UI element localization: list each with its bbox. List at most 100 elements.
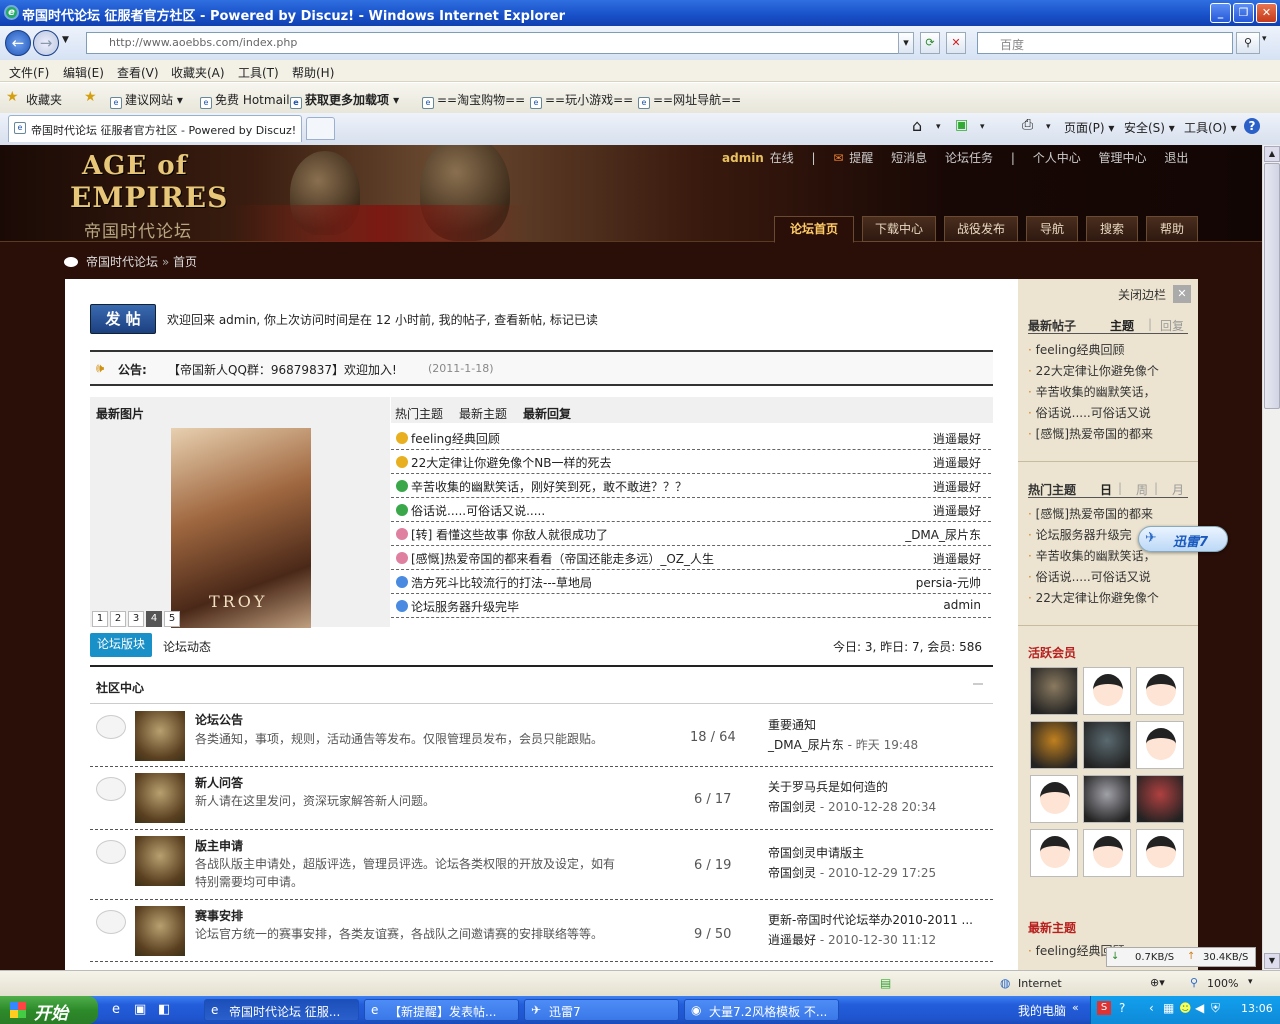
last-post-title[interactable]: 关于罗马兵是如何造的 xyxy=(768,780,888,794)
menu-tools[interactable]: 工具(T) xyxy=(238,64,279,81)
browser-tab[interactable]: e 帝国时代论坛 征服者官方社区 - Powered by Discuz! xyxy=(8,115,302,142)
last-post-title[interactable]: 更新-帝国时代论坛举办2010-2011 ... xyxy=(768,913,973,927)
topic-title[interactable]: [感慨]热爱帝国的都来看看（帝国还能走多远）_OZ_人生 xyxy=(411,550,714,567)
forum-name[interactable]: 论坛公告 xyxy=(195,711,243,728)
forum-name[interactable]: 版主申请 xyxy=(195,837,243,854)
tray-arrow-icon[interactable]: ‹ xyxy=(1149,1001,1154,1015)
new-post-button[interactable]: 发 帖 xyxy=(90,304,156,334)
tray-help-icon[interactable]: ? xyxy=(1119,1001,1125,1015)
vertical-scrollbar[interactable]: ▲ ▼ xyxy=(1262,145,1280,970)
announce-text[interactable]: 【帝国新人QQ群：96879837】欢迎加入! xyxy=(168,361,397,378)
nav-tab-search[interactable]: 搜索 xyxy=(1086,216,1138,242)
breadcrumb-site[interactable]: 帝国时代论坛 xyxy=(86,255,158,269)
nav-tab-campaign[interactable]: 战役发布 xyxy=(944,216,1018,242)
last-post-user[interactable]: 逍遥最好 xyxy=(768,933,816,947)
topic-author[interactable]: persia-元帅 xyxy=(916,574,981,591)
feeds-dropdown-icon[interactable]: ▾ xyxy=(980,122,985,132)
notify-link[interactable]: 提醒 xyxy=(849,151,873,165)
close-button[interactable]: ✕ xyxy=(1256,3,1277,23)
task-xunlei[interactable]: ✈ 迅雷7 xyxy=(524,999,679,1021)
sidebar-hot-item[interactable]: · 22大定律让你避免像个 xyxy=(1028,589,1159,606)
print-icon[interactable]: ⎙ xyxy=(1022,117,1033,133)
history-dropdown-icon[interactable]: ▼ xyxy=(62,35,69,45)
featured-image[interactable]: TROY xyxy=(171,428,311,628)
new-tab-button[interactable] xyxy=(306,117,335,140)
nav-tab-home[interactable]: 论坛首页 xyxy=(774,216,854,243)
home-icon[interactable]: ⌂ xyxy=(912,116,922,135)
tab-new-topics[interactable]: 最新主题 xyxy=(459,405,507,422)
member-avatar[interactable] xyxy=(1083,775,1131,823)
url-input[interactable]: http://www.aoebbs.com/index.php xyxy=(86,32,914,54)
xunlei-widget[interactable]: ✈ 迅雷7 xyxy=(1138,526,1228,552)
fav-item-taobao[interactable]: e ==淘宝购物== xyxy=(422,91,525,109)
last-post-title[interactable]: 重要通知 xyxy=(768,718,816,732)
favorites-button[interactable]: 收藏夹 xyxy=(26,91,62,108)
sidebar-post-item[interactable]: · feeling经典回顾 xyxy=(1028,341,1125,358)
menu-view[interactable]: 查看(V) xyxy=(117,64,159,81)
nav-tab-help[interactable]: 帮助 xyxy=(1146,216,1198,242)
minimize-button[interactable]: _ xyxy=(1210,3,1231,23)
fav-item-nav[interactable]: e ==网址导航== xyxy=(638,91,741,109)
member-avatar[interactable] xyxy=(1083,667,1131,715)
forum-name[interactable]: 赛事安排 xyxy=(195,907,243,924)
my-computer-label[interactable]: 我的电脑 xyxy=(1018,1002,1066,1019)
quicklaunch-ie-icon[interactable]: e xyxy=(112,1002,120,1017)
username-link[interactable]: admin xyxy=(722,151,764,165)
sidebar-hot-item[interactable]: · 俗话说.....可俗话又说 xyxy=(1028,568,1151,585)
forum-icon[interactable] xyxy=(135,906,185,956)
protected-mode-icon[interactable]: ⊕▾ xyxy=(1150,976,1165,989)
clock[interactable]: 13:06 xyxy=(1241,1002,1273,1015)
close-sidebar-icon[interactable]: ✕ xyxy=(1173,285,1191,303)
pager-2[interactable]: 2 xyxy=(110,611,126,627)
forum-name[interactable]: 新人问答 xyxy=(195,774,243,791)
topic-title[interactable]: 俗话说.....可俗话又说..... xyxy=(411,502,545,519)
scroll-down-arrow[interactable]: ▼ xyxy=(1264,953,1280,969)
member-avatar[interactable] xyxy=(1083,829,1131,877)
zoom-dropdown-icon[interactable]: ▾ xyxy=(1248,977,1253,987)
member-avatar[interactable] xyxy=(1136,667,1184,715)
quicklaunch-app-icon[interactable]: ◧ xyxy=(158,1002,170,1017)
hot-tab-week[interactable]: 周 xyxy=(1136,481,1148,498)
sidebar-post-item[interactable]: · [感慨]热爱帝国的都来 xyxy=(1028,425,1153,442)
topic-title[interactable]: 浩方死斗比较流行的打法---草地局 xyxy=(411,574,592,591)
latest-posts-tab-topic[interactable]: 主题 xyxy=(1110,317,1134,334)
last-post-title[interactable]: 帝国剑灵申请版主 xyxy=(768,846,864,860)
pager-3[interactable]: 3 xyxy=(128,611,144,627)
stop-button[interactable]: ✕ xyxy=(946,32,966,54)
sidebar-hot-item[interactable]: · [感慨]热爱帝国的都来 xyxy=(1028,505,1153,522)
search-input[interactable]: 百度 xyxy=(977,32,1233,54)
nav-tab-download[interactable]: 下载中心 xyxy=(862,216,936,242)
add-favorite-icon[interactable]: ★ xyxy=(84,89,97,105)
close-sidebar-link[interactable]: 关闭边栏 xyxy=(1118,286,1166,303)
task-templates[interactable]: ◉ 大量7.2风格模板 不... xyxy=(684,999,839,1021)
tasks-link[interactable]: 论坛任务 xyxy=(945,151,993,165)
pager-4[interactable]: 4 xyxy=(146,611,162,627)
last-post-user[interactable]: 帝国剑灵 xyxy=(768,866,816,880)
sidebar-hot-item[interactable]: · 辛苦收集的幽默笑话， xyxy=(1028,547,1156,564)
topic-title[interactable]: 辛苦收集的幽默笑话，刚好笑到死，敢不敢进？？？ xyxy=(411,478,687,495)
url-dropdown-button[interactable]: ▾ xyxy=(898,32,914,54)
refresh-button[interactable]: ⟳ xyxy=(920,32,940,54)
admin-link[interactable]: 管理中心 xyxy=(1099,151,1147,165)
topic-title[interactable]: [转] 看懂这些故事 你敌人就很成功了 xyxy=(411,526,608,543)
home-dropdown-icon[interactable]: ▾ xyxy=(936,122,941,132)
task-forum[interactable]: e 帝国时代论坛 征服... xyxy=(204,999,359,1021)
pm-link[interactable]: 短消息 xyxy=(891,151,927,165)
pager-5[interactable]: 5 xyxy=(164,611,180,627)
search-options-icon[interactable]: ▾ xyxy=(1262,34,1267,44)
tab-hot-topics[interactable]: 热门主题 xyxy=(395,405,443,422)
tab-new-replies[interactable]: 最新回复 xyxy=(523,405,571,422)
print-dropdown-icon[interactable]: ▾ xyxy=(1046,122,1051,132)
topic-author[interactable]: 逍遥最好 xyxy=(933,502,981,519)
member-avatar[interactable] xyxy=(1030,721,1078,769)
topic-title[interactable]: 22大定律让你避免像个NB一样的死去 xyxy=(411,454,611,471)
member-avatar[interactable] xyxy=(1030,667,1078,715)
topic-author[interactable]: 逍遥最好 xyxy=(933,454,981,471)
menu-help[interactable]: 帮助(H) xyxy=(292,64,334,81)
forward-button[interactable]: → xyxy=(33,30,59,56)
last-post-user[interactable]: 帝国剑灵 xyxy=(768,800,816,814)
tray-app-icon[interactable]: S xyxy=(1097,1001,1111,1015)
topic-title[interactable]: 论坛服务器升级完毕 xyxy=(411,598,519,615)
tools-menu[interactable]: 工具(O) ▾ xyxy=(1184,119,1237,136)
tray-shield-icon[interactable]: ⛨ xyxy=(1211,1001,1220,1016)
